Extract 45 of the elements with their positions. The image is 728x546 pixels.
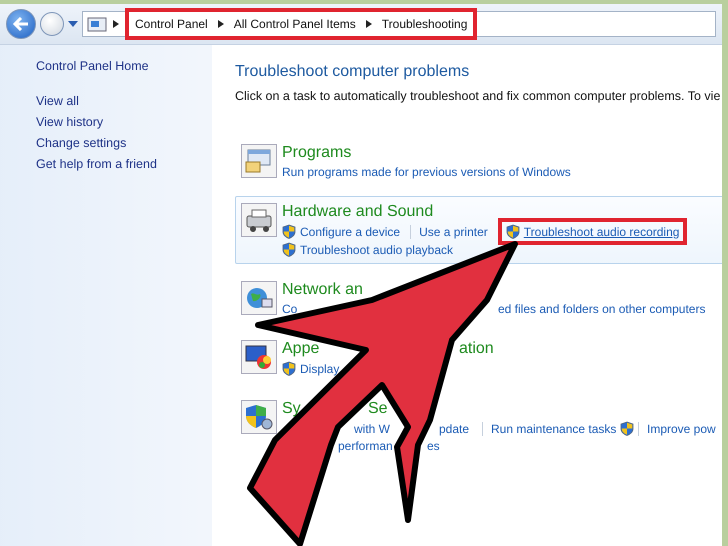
- globe-icon: [241, 281, 277, 315]
- task-link[interactable]: Display: [300, 362, 340, 376]
- category-title[interactable]: Hardware and Sound: [282, 203, 434, 220]
- breadcrumb-item[interactable]: All Control Panel Items: [234, 17, 356, 31]
- category-title[interactable]: Programs: [282, 144, 352, 161]
- monitor-icon: [241, 340, 277, 374]
- task-link[interactable]: Troubleshoot audio recording: [524, 224, 680, 238]
- task-link[interactable]: ed files and folders on other computers: [498, 302, 706, 316]
- folder-icon: [87, 16, 107, 32]
- task-link[interactable]: pdate: [439, 422, 470, 436]
- task-link[interactable]: es: [427, 439, 440, 453]
- sidebar-link[interactable]: Get help from a friend: [36, 157, 212, 171]
- task-link[interactable]: Configure a device: [300, 224, 400, 238]
- page-title: Troubleshoot computer problems: [235, 63, 470, 81]
- sidebar-link[interactable]: View history: [36, 115, 212, 129]
- category-title[interactable]: Se: [368, 400, 388, 417]
- task-link[interactable]: Run maintenance tasks: [482, 422, 616, 436]
- window-icon: [241, 144, 277, 178]
- breadcrumb-item[interactable]: Troubleshooting: [382, 17, 468, 31]
- chevron-icon: [113, 20, 119, 28]
- page-description: Click on a task to automatically troubleshoot and fix common computer problems. To vie: [235, 89, 722, 103]
- sidebar-link[interactable]: Change settings: [36, 136, 212, 150]
- address-bar[interactable]: Control Panel All Control Panel Items Troubleshooting: [82, 11, 716, 37]
- back-button[interactable]: [6, 9, 36, 39]
- shield-icon: [241, 400, 277, 434]
- dropdown-icon[interactable]: [68, 21, 78, 27]
- sidebar-link[interactable]: Control Panel Home: [36, 59, 212, 73]
- task-link[interactable]: with W: [354, 422, 390, 436]
- task-link[interactable]: performan: [338, 439, 393, 453]
- forward-button[interactable]: [40, 12, 64, 36]
- task-link[interactable]: Use a printer: [410, 224, 488, 238]
- task-link[interactable]: Improve pow: [638, 422, 716, 436]
- breadcrumb-item[interactable]: Control Panel: [135, 17, 208, 31]
- arrow-icon: [13, 17, 29, 31]
- category-title[interactable]: Sy: [282, 400, 301, 417]
- chevron-icon: [218, 20, 224, 28]
- sidebar-link[interactable]: View all: [36, 94, 212, 108]
- printer-icon: [241, 203, 277, 237]
- category-title[interactable]: Network an: [282, 281, 363, 298]
- task-link[interactable]: Troubleshoot audio playback: [300, 242, 453, 256]
- category-title[interactable]: Appe: [282, 340, 320, 357]
- task-link[interactable]: Run programs made for previous versions of Windows: [282, 165, 571, 179]
- category-title[interactable]: ation: [459, 340, 494, 357]
- task-link[interactable]: Co: [282, 302, 298, 316]
- chevron-icon: [366, 20, 372, 28]
